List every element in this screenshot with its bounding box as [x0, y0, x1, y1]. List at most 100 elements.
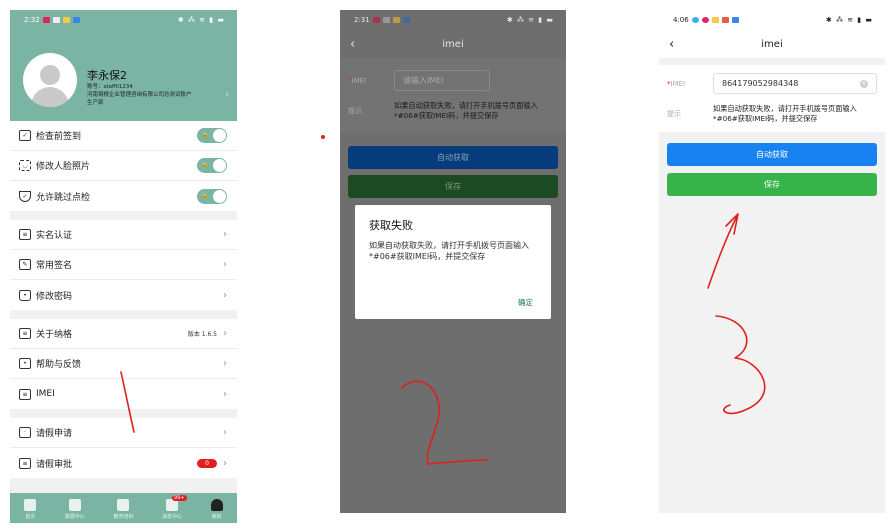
nav-bar: ‹ imei [659, 30, 885, 58]
chevron-right-icon: › [223, 358, 227, 369]
bottom-tab-bar: 首页 数据中心 教育培训 99+ 消息中心 我的 [10, 493, 237, 523]
menu-item-signature[interactable]: ✎ 常用签名 › [10, 250, 237, 280]
notification-icon [701, 17, 709, 23]
dialog-title: 获取失败 [369, 219, 413, 232]
id-card-icon: ≡ [19, 229, 31, 240]
tab-label: 消息中心 [162, 514, 183, 520]
menu-item-real-name[interactable]: ≡ 实名认证 › [10, 220, 237, 250]
menu-group-about: ≡ 关于纳格 版本 1.6.5 › • 帮助与反馈 › ≡ IMEI › [10, 319, 237, 409]
hint-label: 提示 [667, 110, 681, 118]
imei-form: *IMEI 请输入IMEI 提示 如果自动获取失败，请打开手机拨号页面输入*#0… [340, 58, 566, 133]
user-name: 李永保2 [87, 69, 127, 82]
notification-icon [402, 17, 410, 23]
tab-messages[interactable]: 99+ 消息中心 [162, 495, 187, 520]
dialog-message: 如果自动获取失败，请打开手机拨号页面输入*#06#获取IMEI码，并提交保存 [369, 241, 529, 261]
menu-item-leave-request[interactable]: · 请假申请 › [10, 418, 237, 448]
dialog-ok-button[interactable]: 确定 [518, 297, 533, 308]
menu-label: 帮助与反馈 [36, 360, 82, 370]
toggle-row-skip-check: ✓ 允许跳过点检 🔒 [10, 181, 237, 211]
user-icon [210, 499, 223, 511]
tab-label: 数据中心 [64, 514, 85, 520]
menu-label: IMEI [36, 389, 55, 399]
status-time: 4:06 [673, 16, 689, 24]
approval-icon: ≡ [19, 457, 31, 469]
clear-icon[interactable]: × [860, 79, 868, 88]
shield-check-icon: ✓ [19, 190, 31, 202]
hint-row: 提示 如果自动获取失败，请打开手机拨号页面输入*#06#获取IMEI码，并提交保… [340, 95, 566, 127]
notification-icon [711, 17, 719, 23]
menu-item-imei[interactable]: ≡ IMEI › [10, 379, 237, 409]
status-icons: ✱ ⁂ ≋ ▮ ▬ [825, 16, 873, 24]
notification-icon [72, 17, 80, 23]
menu-label: 实名认证 [36, 231, 73, 241]
checkin-toggle[interactable]: 🔒 [197, 128, 227, 143]
home-icon [24, 499, 37, 511]
notification-icon [42, 17, 50, 23]
lock-icon: 🔒 [201, 191, 209, 199]
status-time: 2:32 [24, 16, 40, 24]
lock-icon: 🔒 [201, 161, 209, 168]
notification-icon [721, 17, 729, 23]
id-card-icon: ≡ [19, 388, 31, 400]
settings-toggles: ✓ 检查前签到 🔒 ◡ 修改人脸照片 🔒 ✓ 允许跳过点检 🔒 [10, 121, 237, 211]
menu-item-about[interactable]: ≡ 关于纳格 版本 1.6.5 › [10, 319, 237, 349]
auto-fetch-button[interactable]: 自动获取 [667, 143, 877, 166]
chevron-right-icon: › [223, 427, 227, 438]
count-badge: 0 [197, 458, 217, 468]
chevron-right-icon: › [223, 259, 227, 270]
hint-row: 提示 如果自动获取失败，请打开手机拨号页面输入*#06#获取IMEI码，并提交保… [659, 98, 885, 130]
tab-training[interactable]: 教育培训 [113, 499, 133, 520]
nav-bar: ‹ imei [340, 30, 566, 58]
tab-label: 我的 [211, 514, 222, 520]
hint-text: 如果自动获取失败，请打开手机拨号页面输入*#06#获取IMEI码，并提交保存 [394, 101, 538, 120]
notification-icon [691, 17, 699, 23]
tab-label: 首页 [25, 514, 36, 520]
save-button[interactable]: 保存 [348, 175, 558, 198]
lock-icon: • [19, 358, 31, 369]
status-bar: 4:06 ✱ ⁂ ≋ ▮ ▬ [659, 10, 885, 30]
menu-label: 修改密码 [36, 291, 73, 302]
status-bar: 2:31 ✱ ⁂ ≋ ▮ ▬ [340, 10, 566, 30]
save-button[interactable]: 保存 [667, 173, 877, 196]
menu-item-change-password[interactable]: • 修改密码 › [10, 280, 237, 310]
face-photo-toggle[interactable]: 🔒 [197, 158, 227, 173]
status-time: 2:31 [354, 16, 370, 24]
notification-icon [392, 17, 400, 23]
user-org: 河南钢根企业管理咨询有限公司总测试账户 [87, 92, 192, 98]
menu-group-leave: · 请假申请 › ≡ 请假审批 0 › [10, 418, 237, 478]
tab-home[interactable]: 首页 [24, 499, 37, 520]
chevron-right-icon: › [223, 328, 227, 339]
toggle-label: 允许跳过点检 [36, 192, 91, 203]
menu-item-leave-approval[interactable]: ≡ 请假审批 0 › [10, 448, 237, 478]
imei-label: *IMEI [348, 76, 367, 85]
imei-input[interactable]: 请输入IMEI [394, 70, 490, 91]
signature-icon: ✎ [19, 259, 31, 270]
profile-screen: 2:32 ✱ ⁂ ≋ ▮ ▬ 李永保2 账号：staffli1234 河南钢根企… [10, 10, 237, 523]
menu-label: 请假申请 [36, 429, 73, 439]
tab-me[interactable]: 我的 [210, 499, 223, 520]
menu-label: 常用签名 [36, 261, 73, 271]
user-info: 账号：staffli1234 河南钢根企业管理咨询有限公司总测试账户 生产部 [87, 83, 192, 107]
back-arrow-icon[interactable]: ‹ [350, 37, 355, 52]
error-dialog: 获取失败 如果自动获取失败，请打开手机拨号页面输入*#06#获取IMEI码，并提… [355, 205, 551, 319]
toggle-label: 修改人脸照片 [36, 162, 91, 172]
notification-icon [382, 17, 390, 23]
menu-label: 关于纳格 [36, 330, 73, 340]
auto-fetch-button[interactable]: 自动获取 [348, 146, 558, 169]
notification-icon [372, 17, 380, 23]
status-bar: 2:32 ✱ ⁂ ≋ ▮ ▬ [10, 10, 237, 30]
hint-text: 如果自动获取失败，请打开手机拨号页面输入*#06#获取IMEI码，并提交保存 [713, 104, 857, 123]
tab-label: 教育培训 [113, 514, 134, 520]
skip-check-toggle[interactable]: 🔒 [197, 188, 227, 204]
tab-data-center[interactable]: 数据中心 [65, 499, 85, 520]
profile-header[interactable]: 2:32 ✱ ⁂ ≋ ▮ ▬ 李永保2 账号：staffli1234 河南钢根企… [10, 10, 237, 121]
back-arrow-icon[interactable]: ‹ [669, 37, 674, 52]
imei-screen-success: 4:06 ✱ ⁂ ≋ ▮ ▬ ‹ imei *IMEI 864179052984… [659, 10, 885, 513]
annotation-dot [321, 135, 325, 139]
imei-label: *IMEI [667, 79, 686, 88]
imei-input[interactable]: 864179052984348 × [713, 73, 877, 94]
avatar[interactable] [23, 53, 77, 107]
menu-item-help-feedback[interactable]: • 帮助与反馈 › [10, 349, 237, 379]
chevron-right-icon: › [223, 229, 227, 240]
user-account: 账号：staffli1234 [87, 84, 133, 90]
